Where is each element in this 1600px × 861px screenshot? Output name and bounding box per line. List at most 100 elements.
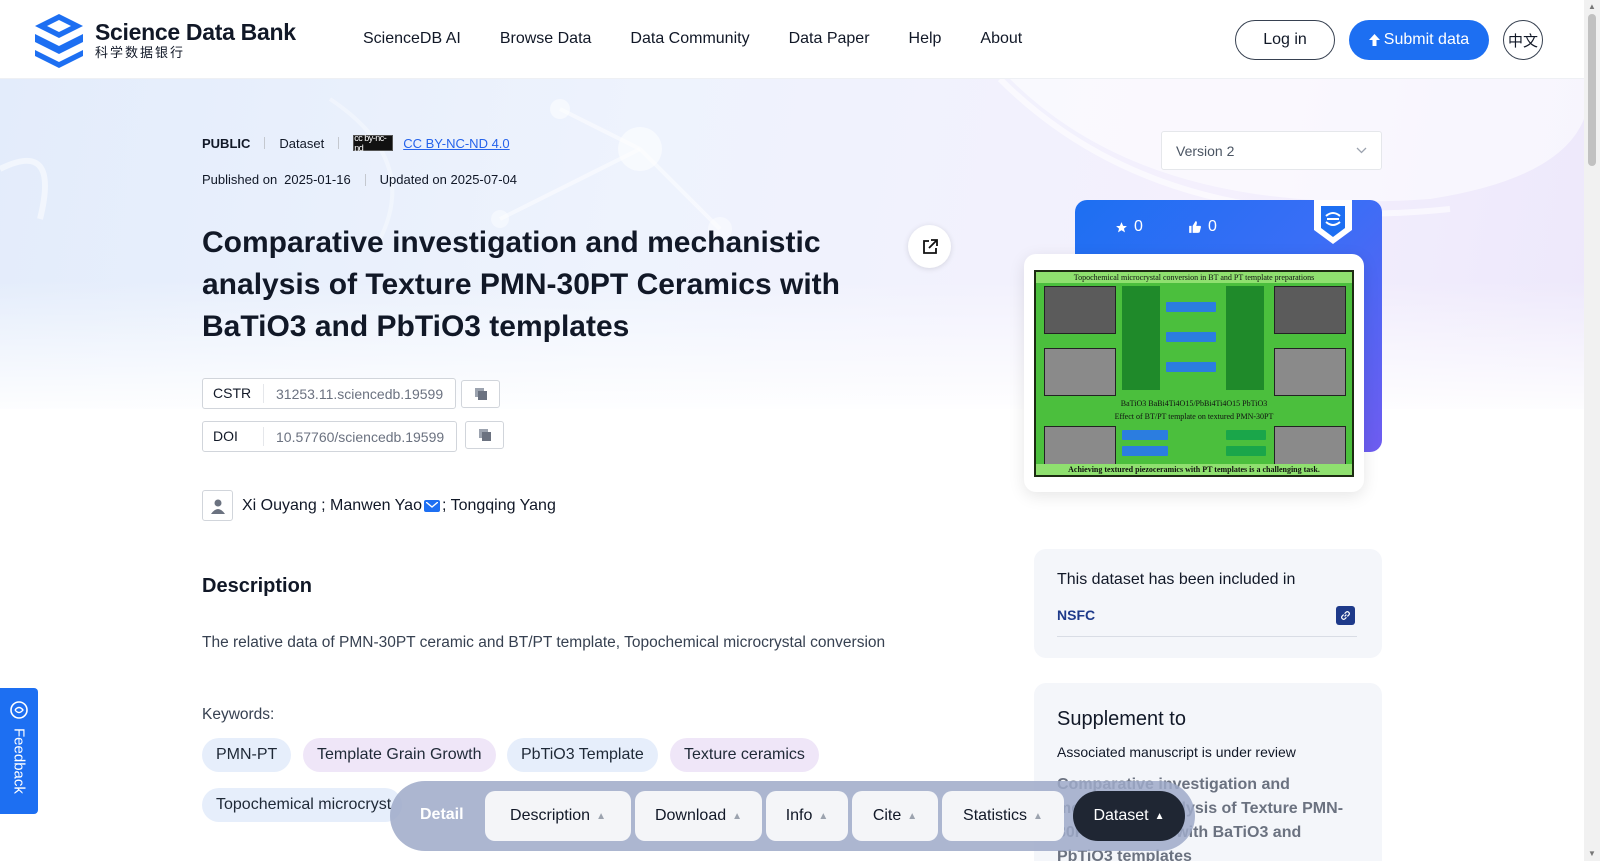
section-tab-label: Cite: [872, 807, 902, 824]
site-logo[interactable]: Science Data Bank 科学数据银行: [31, 12, 296, 68]
logo-subtitle: 科学数据银行: [95, 45, 186, 60]
logo-title: Science Data Bank: [95, 19, 296, 45]
section-tab-label: Statistics: [963, 807, 1028, 824]
keyword-tag[interactable]: Texture ceramics: [670, 738, 819, 772]
keyword-tag[interactable]: PbTiO3 Template: [507, 738, 658, 772]
link-icon[interactable]: [1336, 606, 1355, 625]
section-tab-label: Dataset: [1093, 807, 1149, 824]
cc-license-icon: cc by-nc-nd: [353, 133, 394, 153]
star-count-value: 0: [1134, 218, 1143, 235]
description-heading: Description: [202, 575, 313, 597]
section-tab-label: Description: [510, 807, 591, 824]
chevron-down-icon: [1356, 147, 1367, 154]
keywords-label: Keywords:: [202, 706, 275, 723]
updated-date: Updated on 2025-07-04: [379, 172, 518, 187]
detail-label: Detail: [420, 806, 464, 823]
page-title: Comparative investigation and mechanisti…: [202, 226, 840, 343]
chevron-up-icon: ▲: [1033, 810, 1043, 822]
doi-label: DOI: [203, 427, 264, 446]
copy-doi-button[interactable]: [465, 421, 504, 449]
included-item-nsfc[interactable]: NSFC: [1057, 607, 1095, 623]
section-tab-label: Download: [654, 807, 727, 824]
star-count[interactable]: 0: [1115, 218, 1143, 236]
cstr-value[interactable]: 31253.11.sciencedb.19599: [264, 386, 455, 402]
chevron-up-icon: ▲: [732, 810, 743, 822]
section-tab-description[interactable]: Description ▲: [485, 791, 631, 841]
included-title: This dataset has been included in: [1057, 571, 1296, 588]
login-button[interactable]: Log in: [1235, 20, 1335, 60]
divider: [338, 137, 340, 149]
feedback-tab[interactable]: Feedback: [0, 688, 38, 814]
copy-cstr-button[interactable]: [461, 380, 500, 408]
section-tab-dataset[interactable]: Dataset ▲: [1073, 791, 1185, 841]
authors: Xi Ouyang ; Manwen Yao ; Tongqing Yang: [202, 490, 556, 521]
version-select[interactable]: Version 2: [1161, 131, 1382, 170]
cstr-label: CSTR: [203, 384, 264, 403]
keyword-tag[interactable]: Topochemical microcryst: [202, 788, 402, 822]
thumbnail-caption: Topochemical microcrystal conversion in …: [1036, 272, 1352, 283]
divider: [364, 173, 366, 186]
upload-icon: [1368, 34, 1380, 46]
external-link-icon: [922, 238, 938, 254]
email-icon[interactable]: [423, 499, 440, 512]
section-tab-info[interactable]: Info ▲: [766, 791, 848, 841]
author-list[interactable]: Xi Ouyang ; Manwen Yao: [242, 497, 422, 515]
keyword-tag[interactable]: PMN-PT: [202, 738, 292, 772]
supplement-heading: Supplement to: [1057, 708, 1186, 730]
nav-about[interactable]: About: [980, 30, 1022, 48]
dataset-thumbnail-image[interactable]: Topochemical microcrystal conversion in …: [1034, 270, 1354, 477]
divider: [264, 137, 266, 149]
doi-field: DOI 10.57760/sciencedb.19599: [202, 421, 458, 452]
nav-data-paper[interactable]: Data Paper: [789, 30, 870, 48]
supplement-status: Associated manuscript is under review: [1057, 744, 1296, 760]
chevron-up-icon: ▲: [907, 810, 918, 822]
copy-icon: [478, 429, 491, 441]
copy-icon: [474, 388, 487, 400]
star-icon: [1116, 221, 1127, 232]
dataset-dates: Published on 2025-01-16 Updated on 2025-…: [202, 172, 517, 187]
nav-help[interactable]: Help: [909, 30, 942, 48]
submit-data-button[interactable]: Submit data: [1349, 20, 1489, 60]
section-tab-statistics[interactable]: Statistics ▲: [942, 791, 1064, 841]
certified-shield-icon: [1314, 200, 1352, 244]
thumbnail-subtitle: Effect of BT/PT template on textured PMN…: [1114, 412, 1274, 421]
scroll-down-arrow-icon[interactable]: ▼: [1588, 849, 1596, 858]
version-value: Version 2: [1176, 142, 1235, 159]
feedback-label: Feedback: [10, 728, 28, 794]
scroll-up-arrow-icon[interactable]: ▲: [1588, 2, 1596, 11]
like-count[interactable]: 0: [1188, 218, 1217, 236]
published-date: 2025-01-16: [284, 172, 351, 187]
nav-data-community[interactable]: Data Community: [630, 30, 749, 48]
cstr-field: CSTR 31253.11.sciencedb.19599: [202, 378, 457, 409]
logo-icon: [35, 14, 83, 68]
main-nav: ScienceDB AI Browse Data Data Community …: [363, 30, 1022, 48]
nav-browse-data[interactable]: Browse Data: [500, 30, 592, 48]
published-label: Published on: [202, 172, 278, 187]
chevron-up-icon: ▲: [596, 810, 606, 822]
thumbs-up-icon: [1189, 221, 1202, 233]
license-link[interactable]: CC BY-NC-ND 4.0: [403, 136, 509, 151]
dataset-type: Dataset: [279, 135, 325, 151]
submit-data-label: Submit data: [1383, 31, 1470, 48]
section-tab-download[interactable]: Download ▲: [635, 791, 762, 841]
doi-value[interactable]: 10.57760/sciencedb.19599: [264, 429, 456, 445]
top-header: Science Data Bank 科学数据银行 ScienceDB AI Br…: [0, 0, 1584, 79]
share-button[interactable]: [908, 225, 951, 268]
keyword-tag[interactable]: Template Grain Growth: [303, 738, 496, 772]
section-tab-label: Info: [785, 807, 813, 824]
thumbnail-formula: BaTiO3 BaBi4Ti4O15/PbBi4Ti4O15 PbTiO3: [1120, 399, 1268, 408]
language-toggle[interactable]: 中文: [1503, 20, 1543, 60]
chevron-up-icon: ▲: [1154, 810, 1165, 822]
nav-sciencedb-ai[interactable]: ScienceDB AI: [363, 30, 461, 48]
section-tab-cite[interactable]: Cite ▲: [852, 791, 938, 841]
author-list-rest[interactable]: ; Tongqing Yang: [442, 497, 556, 515]
included-in-panel: This dataset has been included in NSFC: [1034, 549, 1382, 658]
chevron-up-icon: ▲: [818, 810, 829, 822]
like-count-value: 0: [1208, 218, 1217, 235]
dataset-meta: PUBLIC Dataset cc by-nc-nd CC BY-NC-ND 4…: [202, 133, 510, 153]
author-avatar-icon: [202, 490, 233, 521]
feedback-icon: [10, 701, 28, 719]
divider: [1057, 636, 1357, 637]
scrollbar-thumb[interactable]: [1588, 14, 1596, 166]
description-text: The relative data of PMN-30PT ceramic an…: [202, 634, 886, 651]
